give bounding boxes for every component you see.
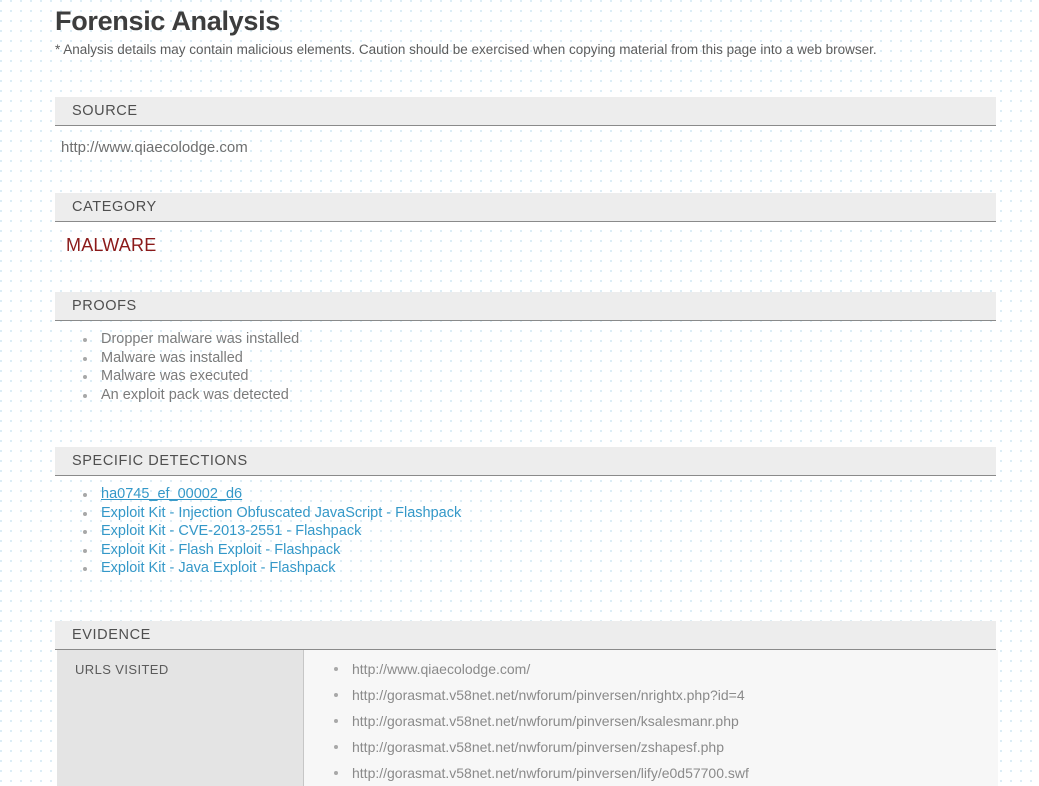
- section-header-category: CATEGORY: [55, 193, 996, 222]
- section-body-category: MALWARE: [55, 222, 996, 256]
- evidence-row-content: http://www.qiaecolodge.com/http://gorasm…: [304, 649, 998, 786]
- proof-item: An exploit pack was detected: [81, 386, 996, 405]
- detection-item[interactable]: Exploit Kit - Flash Exploit - Flashpack: [81, 541, 996, 560]
- detection-item[interactable]: Exploit Kit - Java Exploit - Flashpack: [81, 559, 996, 578]
- proof-item: Malware was executed: [81, 367, 996, 386]
- specific-detections-list: ha0745_ef_00002_d6 Exploit Kit - Injectio…: [57, 476, 996, 578]
- url-list-item: http://gorasmat.v58net.net/nwforum/pinve…: [332, 734, 998, 760]
- evidence-row: URLS VISITED http://www.qiaecolodge.com/h…: [57, 649, 998, 786]
- section-body-proofs: Dropper malware was installed Malware was…: [55, 321, 996, 404]
- section-header-proofs: PROOFS: [55, 292, 996, 321]
- section-header-specific-detections: SPECIFIC DETECTIONS: [55, 447, 996, 476]
- url-list-item: http://gorasmat.v58net.net/nwforum/pinve…: [332, 682, 998, 708]
- category-value: MALWARE: [66, 235, 157, 255]
- section-specific-detections: SPECIFIC DETECTIONS ha0745_ef_00002_d6 Ex…: [55, 447, 996, 578]
- forensic-analysis-page: Forensic Analysis * Analysis details may…: [0, 0, 1039, 786]
- detection-link[interactable]: Exploit Kit - Java Exploit - Flashpack: [101, 560, 336, 576]
- section-header-source: SOURCE: [55, 97, 996, 126]
- page-disclaimer: * Analysis details may contain malicious…: [55, 42, 877, 57]
- detection-link[interactable]: ha0745_ef_00002_d6: [101, 486, 242, 502]
- section-body-source: http://www.qiaecolodge.com: [55, 126, 996, 158]
- url-list-item: http://gorasmat.v58net.net/nwforum/pinve…: [332, 708, 998, 734]
- section-category: CATEGORY MALWARE: [55, 193, 996, 256]
- page-title: Forensic Analysis: [55, 6, 280, 36]
- detection-link[interactable]: Exploit Kit - CVE-2013-2551 - Flashpack: [101, 523, 361, 539]
- section-evidence: EVIDENCE URLS VISITED http://www.qiaecolo…: [55, 620, 998, 786]
- proofs-list: Dropper malware was installed Malware was…: [57, 321, 996, 404]
- url-list-item: http://www.qiaecolodge.com/: [332, 656, 998, 682]
- detection-item[interactable]: ha0745_ef_00002_d6: [81, 485, 996, 504]
- detection-item[interactable]: Exploit Kit - CVE-2013-2551 - Flashpack: [81, 522, 996, 541]
- section-body-specific-detections: ha0745_ef_00002_d6 Exploit Kit - Injectio…: [55, 476, 996, 578]
- evidence-table: URLS VISITED http://www.qiaecolodge.com/h…: [57, 649, 998, 786]
- detection-item[interactable]: Exploit Kit - Injection Obfuscated JavaS…: [81, 504, 996, 523]
- section-source: SOURCE http://www.qiaecolodge.com: [55, 97, 996, 158]
- section-body-evidence: URLS VISITED http://www.qiaecolodge.com/h…: [55, 649, 998, 786]
- detection-link[interactable]: Exploit Kit - Flash Exploit - Flashpack: [101, 542, 340, 558]
- url-list-item: http://gorasmat.v58net.net/nwforum/pinve…: [332, 760, 998, 786]
- section-proofs: PROOFS Dropper malware was installed Malw…: [55, 292, 996, 404]
- urls-visited-list: http://www.qiaecolodge.com/http://gorasm…: [304, 656, 998, 786]
- detection-link[interactable]: Exploit Kit - Injection Obfuscated JavaS…: [101, 505, 461, 521]
- section-header-evidence: EVIDENCE: [55, 620, 996, 650]
- source-url-value: http://www.qiaecolodge.com: [61, 139, 248, 156]
- proof-item: Malware was installed: [81, 349, 996, 368]
- evidence-row-label: URLS VISITED: [57, 649, 304, 786]
- proof-item: Dropper malware was installed: [81, 330, 996, 349]
